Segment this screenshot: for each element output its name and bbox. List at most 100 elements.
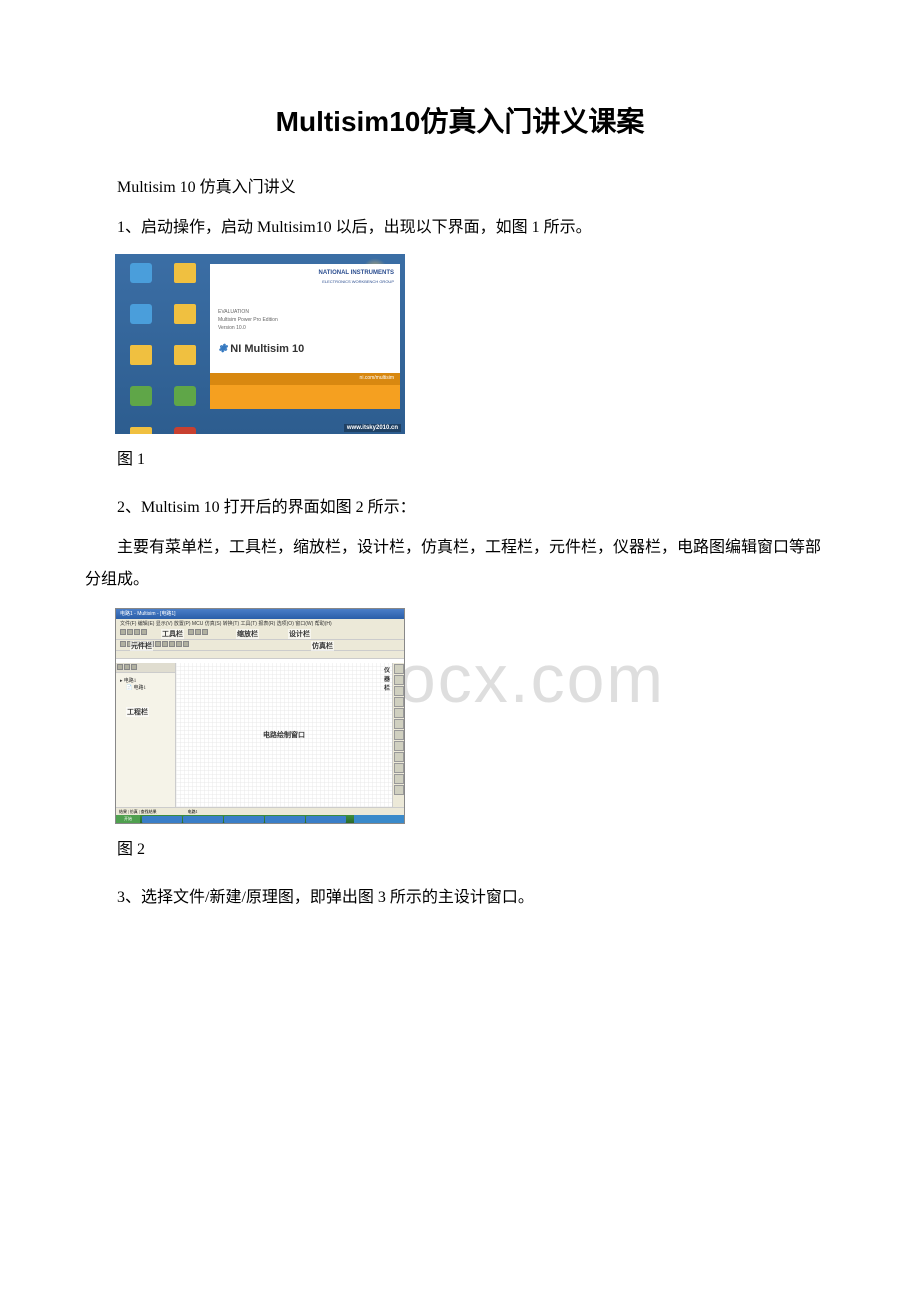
instrument-icon [394,730,404,740]
splash-mid: EVALUATION Multisim Power Pro Edition Ve… [210,304,400,336]
brand-text: NI Multisim 10 [230,343,304,355]
instrument-icon [394,763,404,773]
paragraph-3: 3、选择文件/新建/原理图，即弹出图 3 所示的主设计窗口。 [85,882,835,914]
status-bar: 结果 | 仿真 | 查找结果 电路1 [116,807,404,815]
app-body: ▸ 电路1 📄 电路1 工程栏 电路绘制窗口 仪器栏 [116,663,404,807]
desktop-icons-area [121,260,211,430]
toolbar-button-icon [120,629,126,635]
tree-item-label: 电路1 [133,686,146,691]
watermark-url: www.itsky2010.cn [344,424,401,432]
app-icon [130,304,152,324]
start-button: 开始 [116,815,140,823]
paragraph-1: 1、启动操作，启动 Multisim10 以后，出现以下界面，如图 1 所示。 [85,212,835,244]
instrument-bar: 仪器栏 [392,663,404,807]
toolbar-row-2: 元件栏 仿真栏 [116,640,404,651]
zoom-bar-label: 缩放栏 [236,629,259,639]
toolbar-button-icon [134,629,140,635]
figure-2-label: 图 2 [85,834,835,866]
design-bar-label: 设计栏 [288,629,311,639]
taskbar-item [224,816,264,823]
instrument-icon [394,752,404,762]
toolbar-label: 工具栏 [161,629,184,639]
instrument-icon [394,675,404,685]
paragraph-2b: 主要有菜单栏，工具栏，缩放栏，设计栏，仿真栏，工程栏，元件栏，仪器栏，电路图编辑… [85,532,835,596]
splash-orange-top: ni.com/multisim [210,373,400,385]
ni-logo: NATIONAL INSTRUMENTS [319,270,394,276]
instrument-icon [394,708,404,718]
tree-item: 📄 电路1 [120,684,171,691]
folder-icon [174,263,196,283]
component-button-icon [176,641,182,647]
instrument-bar-label: 仪器栏 [384,665,390,692]
taskbar-item [142,816,182,823]
app-icon [174,427,196,434]
component-button-icon [155,641,161,647]
desktop-icon [169,345,201,375]
instrument-icon [394,697,404,707]
figure-1-screenshot: NATIONAL INSTRUMENTS ELECTRONICS WORKBEN… [115,254,405,434]
sidebar-icon [117,664,123,670]
window-title: 电路1 - Multisim - [电路1] [116,609,404,618]
window-titlebar: 电路1 - Multisim - [电路1] [116,609,404,619]
splash-version: Version 10.0 [218,324,392,332]
folder-icon [130,427,152,434]
menu-bar: 文件(F) 编辑(E) 显示(V) 放置(P) MCU 仿真(S) 转换(T) … [116,619,404,628]
instrument-icon [394,774,404,784]
desktop-icon [125,263,157,293]
bottom-tabs: 结果 | 仿真 | 查找结果 [119,809,157,814]
app-icon [174,386,196,406]
toolbar-row-1: 工具栏 缩放栏 设计栏 [116,628,404,640]
sidebar-toolbar [116,663,175,673]
intro-paragraph: Multisim 10 仿真入门讲义 [85,172,835,204]
desktop-icon [169,386,201,416]
system-tray [354,815,404,823]
bottom-tab-2: 电路1 [188,809,198,814]
splash-top: NATIONAL INSTRUMENTS ELECTRONICS WORKBEN… [210,264,400,304]
canvas-label: 电路绘制窗口 [263,730,305,740]
tree-root: ▸ 电路1 [120,677,171,684]
desktop-icon [125,386,157,416]
component-button-icon [183,641,189,647]
document-title: Multisim10仿真入门讲义课案 [85,100,835,140]
splash-edition: Multisim Power Pro Edition [218,316,392,324]
desktop-icon [169,304,201,334]
taskbar-item [265,816,305,823]
project-bar-label: 工程栏 [126,707,149,717]
desktop-icon [169,263,201,293]
splash-orange-bar: ni.com/multisim [210,373,400,409]
splash-brand: ❃ NI Multisim 10 [210,336,400,361]
toolbar-button-icon [188,629,194,635]
component-button-icon [120,641,126,647]
instrument-icon [394,741,404,751]
desktop-icon [125,304,157,334]
ie-icon [130,263,152,283]
desktop-icon [125,345,157,375]
splash-eval: EVALUATION [218,308,392,316]
figure-1-label: 图 1 [85,444,835,476]
instrument-icon [394,686,404,696]
toolbar-row-3 [116,651,404,659]
taskbar-tasks [140,815,354,823]
folder-icon [174,304,196,324]
sim-bar-label: 仿真栏 [311,641,334,651]
splash-screen: NATIONAL INSTRUMENTS ELECTRONICS WORKBEN… [210,264,400,409]
circuit-canvas: 电路绘制窗口 [176,663,392,807]
ni-subtitle: ELECTRONICS WORKBENCH GROUP [322,279,394,284]
toolbar-button-icon [195,629,201,635]
figure-2-screenshot: 电路1 - Multisim - [电路1] 文件(F) 编辑(E) 显示(V)… [115,608,405,824]
toolbar-button-icon [202,629,208,635]
component-button-icon [162,641,168,647]
desktop-icon [125,427,157,434]
desktop-icon [169,427,201,434]
project-tree: ▸ 电路1 📄 电路1 [116,673,175,695]
toolbar-icons [188,629,208,635]
swoosh-icon: ❃ [218,343,227,355]
instrument-icon [394,664,404,674]
paragraph-2: 2、Multisim 10 打开后的界面如图 2 所示： [85,492,835,524]
toolbar-button-icon [141,629,147,635]
taskbar-item [306,816,346,823]
instrument-icon [394,785,404,795]
component-button-icon [169,641,175,647]
toolbar-button-icon [127,629,133,635]
sidebar-tool-icons [117,664,137,670]
